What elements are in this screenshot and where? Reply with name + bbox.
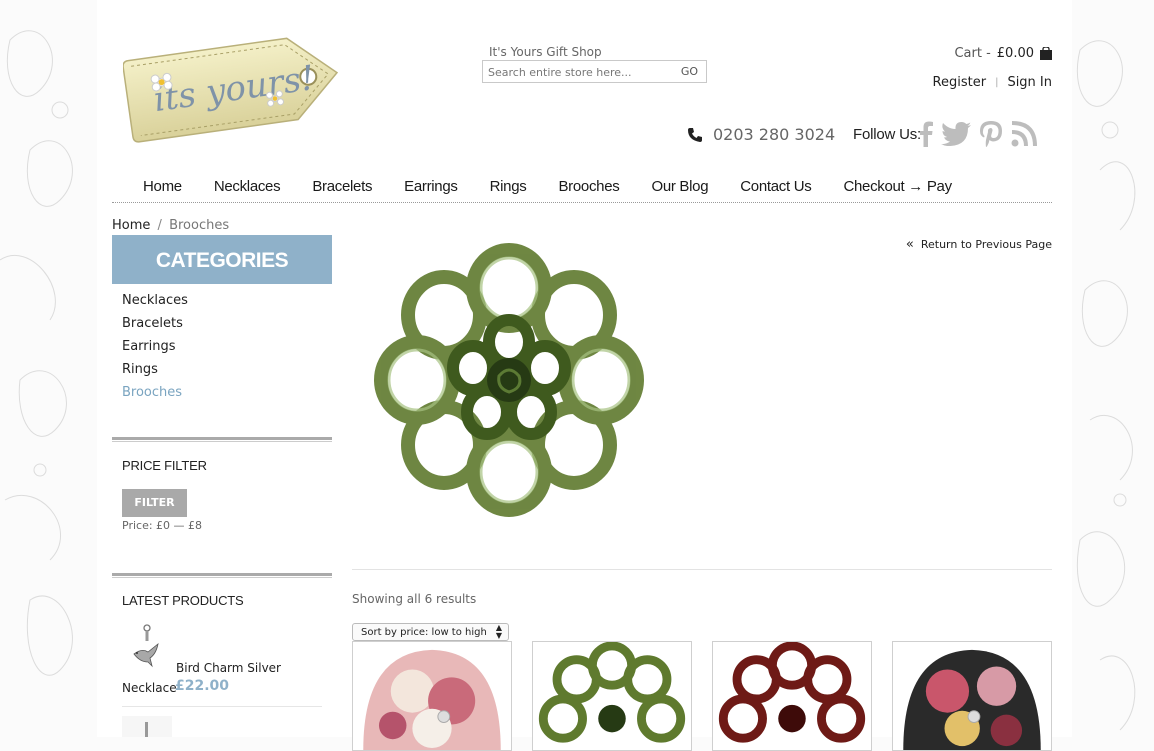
search-input[interactable] xyxy=(483,62,678,83)
twitter-icon[interactable] xyxy=(941,122,971,146)
page-container: its yours! It's Yours Gift Shop GO Cart … xyxy=(97,0,1072,751)
latest-products-title: LATEST PRODUCTS xyxy=(122,593,244,608)
nav-necklaces[interactable]: Necklaces xyxy=(214,170,281,195)
main-navigation: Home Necklaces Bracelets Earrings Rings … xyxy=(112,170,1052,203)
latest-product-name-line2: Necklace xyxy=(122,681,177,695)
section-divider xyxy=(112,437,332,442)
sort-select[interactable]: Sort by price: low to high ▲ ▼ xyxy=(352,623,509,641)
return-previous-link[interactable]: « Return to Previous Page xyxy=(906,237,1052,252)
categories-heading: CATEGORIES xyxy=(112,235,332,284)
brooch-main-image[interactable] xyxy=(352,237,667,527)
double-chevron-left-icon: « xyxy=(905,237,914,252)
bird-charm-thumbnail xyxy=(122,622,172,677)
pinterest-icon[interactable] xyxy=(979,121,1003,147)
category-bracelets[interactable]: Bracelets xyxy=(122,316,188,339)
content-divider xyxy=(352,569,1052,570)
category-rings[interactable]: Rings xyxy=(122,362,188,385)
category-brooches[interactable]: Brooches xyxy=(122,385,188,408)
category-earrings[interactable]: Earrings xyxy=(122,339,188,362)
nav-our-blog[interactable]: Our Blog xyxy=(651,170,708,195)
breadcrumb-current: Brooches xyxy=(169,218,230,233)
shopping-bag-icon xyxy=(1040,47,1052,60)
product-card-dark-red-flower[interactable] xyxy=(712,641,872,751)
shop-name: It's Yours Gift Shop xyxy=(489,45,602,59)
separator: | xyxy=(995,77,999,88)
sign-in-link[interactable]: Sign In xyxy=(1007,75,1052,90)
social-links xyxy=(919,121,1037,147)
return-previous-label: Return to Previous Page xyxy=(920,238,1052,251)
next-product-thumbnail[interactable] xyxy=(122,716,172,737)
latest-product-name-line1: Bird Charm Silver xyxy=(176,661,281,675)
cart-link[interactable]: Cart - £0.00 xyxy=(954,46,1052,61)
nav-brooches[interactable]: Brooches xyxy=(558,170,619,195)
breadcrumb-separator: / xyxy=(157,218,162,233)
search-go-button[interactable]: GO xyxy=(681,65,698,78)
nav-home[interactable]: Home xyxy=(143,170,182,195)
account-links: Register | Sign In xyxy=(933,75,1052,90)
nav-checkout-pay[interactable]: Checkout → Pay xyxy=(843,170,952,195)
register-link[interactable]: Register xyxy=(933,75,987,90)
product-card-green-flower[interactable] xyxy=(532,641,692,751)
breadcrumb-home[interactable]: Home xyxy=(112,218,150,233)
cart-label: Cart - xyxy=(954,46,991,61)
rss-icon[interactable] xyxy=(1011,121,1037,147)
phone-contact: 0203 280 3024 xyxy=(687,125,835,144)
section-divider xyxy=(112,573,332,578)
latest-product-item[interactable]: Bird Charm Silver Necklace £22.00 xyxy=(122,622,322,707)
nav-bracelets[interactable]: Bracelets xyxy=(312,170,372,195)
category-list: Necklaces Bracelets Earrings Rings Brooc… xyxy=(122,293,188,408)
follow-label: Follow Us: xyxy=(853,126,922,143)
sort-selected-value: Sort by price: low to high xyxy=(361,627,487,638)
phone-number: 0203 280 3024 xyxy=(713,125,836,144)
price-filter-title: PRICE FILTER xyxy=(122,458,207,473)
latest-product-price: £22.00 xyxy=(175,678,230,694)
filter-button[interactable]: FILTER xyxy=(122,489,187,517)
nav-contact-us[interactable]: Contact Us xyxy=(740,170,812,195)
category-necklaces[interactable]: Necklaces xyxy=(122,293,188,316)
search-form: GO xyxy=(482,60,707,83)
select-arrows-icon: ▲ ▼ xyxy=(495,623,502,640)
nav-earrings[interactable]: Earrings xyxy=(404,170,458,195)
result-count: Showing all 6 results xyxy=(352,592,477,606)
phone-icon xyxy=(688,127,702,142)
price-range-text: Price: £0 — £8 xyxy=(122,519,203,532)
facebook-icon[interactable] xyxy=(919,121,933,147)
product-card-floral-pink[interactable] xyxy=(352,641,512,751)
breadcrumb: Home / Brooches xyxy=(112,218,229,233)
nav-rings[interactable]: Rings xyxy=(490,170,527,195)
cart-amount: £0.00 xyxy=(996,46,1034,61)
its-yours-logo[interactable]: its yours! xyxy=(123,28,348,146)
product-card-floral-black[interactable] xyxy=(892,641,1052,751)
